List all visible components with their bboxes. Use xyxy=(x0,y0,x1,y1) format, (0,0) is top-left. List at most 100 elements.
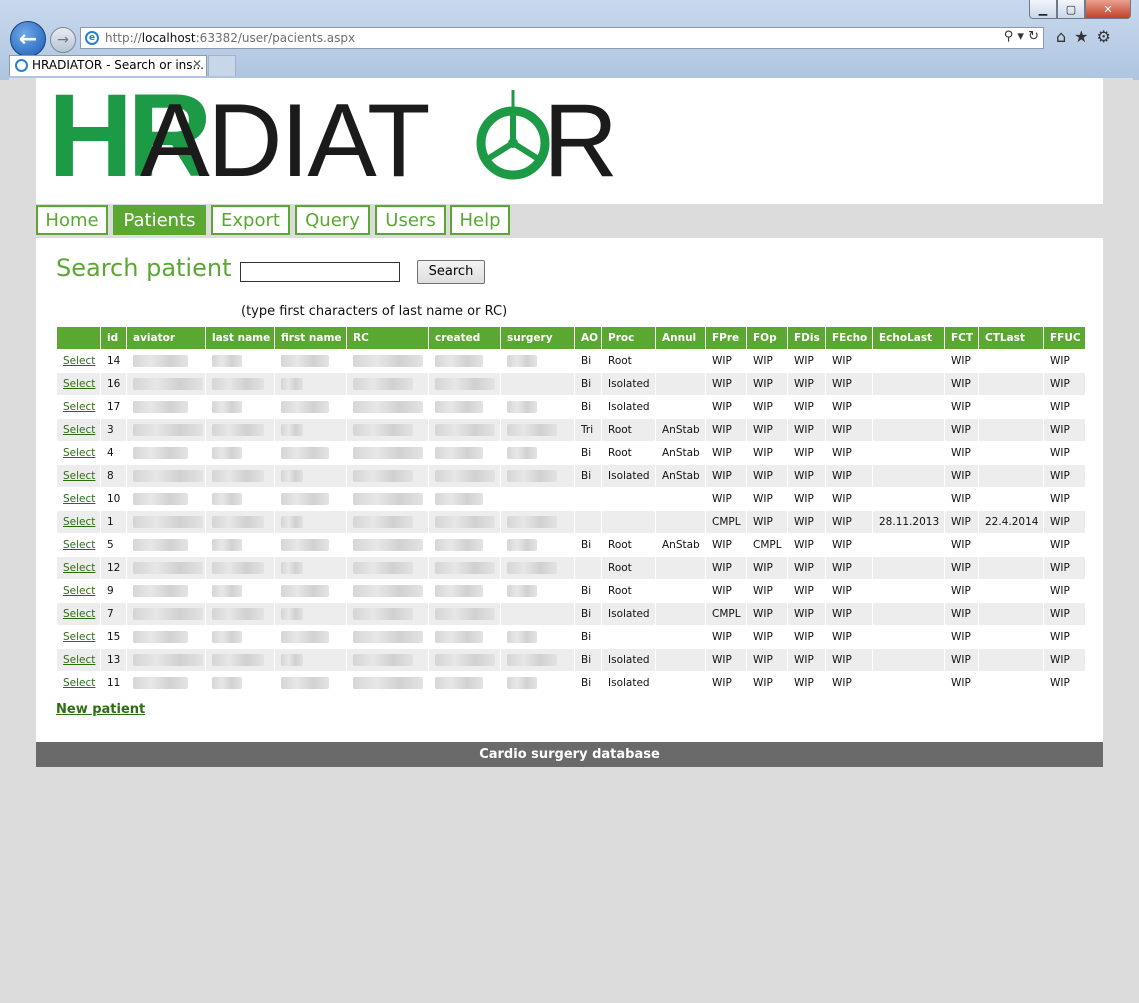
cell-ffuc: WIP xyxy=(1043,487,1086,511)
redacted-cell xyxy=(428,533,501,557)
new-patient-link[interactable]: New patient xyxy=(56,702,145,717)
col-ao: AO xyxy=(574,326,602,350)
redacted-text xyxy=(133,608,203,620)
select-link[interactable]: Select xyxy=(56,349,101,373)
select-link[interactable]: Select xyxy=(56,487,101,511)
select-link[interactable]: Select xyxy=(56,625,101,649)
gear-icon[interactable]: ⚙ xyxy=(1097,27,1119,46)
redacted-cell xyxy=(500,671,575,695)
redacted-cell xyxy=(428,671,501,695)
search-icon[interactable]: ⚲ xyxy=(1004,29,1014,44)
select-link[interactable]: Select xyxy=(56,533,101,557)
cell-fpre: WIP xyxy=(705,464,747,488)
select-link[interactable]: Select xyxy=(56,418,101,442)
redacted-cell xyxy=(428,510,501,534)
col-select xyxy=(56,326,101,350)
tab-close-icon[interactable]: ✕ xyxy=(192,57,202,71)
redacted-text xyxy=(281,516,303,528)
cell-fop: WIP xyxy=(746,441,788,465)
minimize-icon[interactable]: ▁ xyxy=(1029,0,1057,19)
cell-annul: AnStab xyxy=(655,441,706,465)
redacted-text xyxy=(435,631,483,643)
new-tab-button[interactable] xyxy=(208,55,236,76)
select-link[interactable]: Select xyxy=(56,671,101,695)
cell-fpre: WIP xyxy=(705,349,747,373)
cell-fct: WIP xyxy=(944,602,979,626)
cell-fdis: WIP xyxy=(787,510,826,534)
redacted-cell xyxy=(126,510,206,534)
search-button[interactable]: Search xyxy=(417,260,485,284)
cell-ffuc: WIP xyxy=(1043,510,1086,534)
close-window-icon[interactable]: ✕ xyxy=(1085,0,1131,19)
cell-ffuc: WIP xyxy=(1043,441,1086,465)
redacted-text xyxy=(507,654,557,666)
cell-fecho: WIP xyxy=(825,533,873,557)
redacted-cell xyxy=(346,671,429,695)
redacted-text xyxy=(507,401,537,413)
maximize-icon[interactable]: ▢ xyxy=(1057,0,1085,19)
redacted-text xyxy=(212,493,242,505)
redacted-cell xyxy=(428,625,501,649)
select-link[interactable]: Select xyxy=(56,648,101,672)
redacted-text xyxy=(281,378,303,390)
cell-ctlast: 22.4.2014 xyxy=(978,510,1044,534)
cell-echolast xyxy=(872,533,945,557)
redacted-cell xyxy=(205,418,275,442)
redacted-text xyxy=(353,677,423,689)
cell-fdis: WIP xyxy=(787,441,826,465)
redacted-text xyxy=(281,401,329,413)
cell-ctlast xyxy=(978,464,1044,488)
forward-arrow-icon[interactable]: → xyxy=(50,27,76,53)
cell-ao: Bi xyxy=(574,671,602,695)
redacted-cell xyxy=(205,671,275,695)
nav-home[interactable]: Home xyxy=(36,205,108,235)
redacted-text xyxy=(435,608,495,620)
redacted-text xyxy=(133,539,188,551)
home-icon[interactable]: ⌂ xyxy=(1056,27,1074,46)
cell-fecho: WIP xyxy=(825,395,873,419)
redacted-text xyxy=(507,516,557,528)
cell-fpre: WIP xyxy=(705,395,747,419)
col-annul: Annul xyxy=(655,326,706,350)
dropdown-icon[interactable]: ▾ xyxy=(1017,29,1024,44)
cell-ctlast xyxy=(978,441,1044,465)
redacted-cell xyxy=(428,602,501,626)
select-link[interactable]: Select xyxy=(56,556,101,580)
address-bar[interactable]: e http://localhost:63382/user/pacients.a… xyxy=(80,27,1044,49)
nav-patients[interactable]: Patients xyxy=(113,205,206,235)
nav-help[interactable]: Help xyxy=(450,205,510,235)
select-link[interactable]: Select xyxy=(56,395,101,419)
cell-proc xyxy=(601,510,656,534)
redacted-cell xyxy=(126,418,206,442)
redacted-text xyxy=(133,562,203,574)
select-link[interactable]: Select xyxy=(56,372,101,396)
cell-ao: Bi xyxy=(574,625,602,649)
redacted-text xyxy=(212,608,264,620)
redacted-cell xyxy=(500,395,575,419)
cell-fop: WIP xyxy=(746,648,788,672)
select-link[interactable]: Select xyxy=(56,464,101,488)
cell-fop: WIP xyxy=(746,510,788,534)
nav-users[interactable]: Users xyxy=(375,205,446,235)
search-input[interactable] xyxy=(240,262,400,282)
select-link[interactable]: Select xyxy=(56,441,101,465)
redacted-text xyxy=(507,424,557,436)
nav-export[interactable]: Export xyxy=(211,205,290,235)
back-arrow-icon[interactable]: ← xyxy=(10,21,46,57)
favorites-star-icon[interactable]: ★ xyxy=(1074,27,1096,46)
select-link[interactable]: Select xyxy=(56,510,101,534)
cell-fpre: CMPL xyxy=(705,510,747,534)
table-header-row: id aviator last name first name RC creat… xyxy=(56,326,1086,350)
select-link[interactable]: Select xyxy=(56,602,101,626)
select-link[interactable]: Select xyxy=(56,579,101,603)
refresh-icon[interactable]: ↻ xyxy=(1028,29,1039,44)
cell-fop: WIP xyxy=(746,671,788,695)
nav-query[interactable]: Query xyxy=(295,205,370,235)
col-ffuc: FFUC xyxy=(1043,326,1086,350)
hradiator-logo: HR ADIAT R xyxy=(48,77,618,195)
redacted-cell xyxy=(428,395,501,419)
cell-fecho: WIP xyxy=(825,487,873,511)
redacted-text xyxy=(435,677,483,689)
redacted-text xyxy=(212,539,242,551)
cell-ctlast xyxy=(978,556,1044,580)
